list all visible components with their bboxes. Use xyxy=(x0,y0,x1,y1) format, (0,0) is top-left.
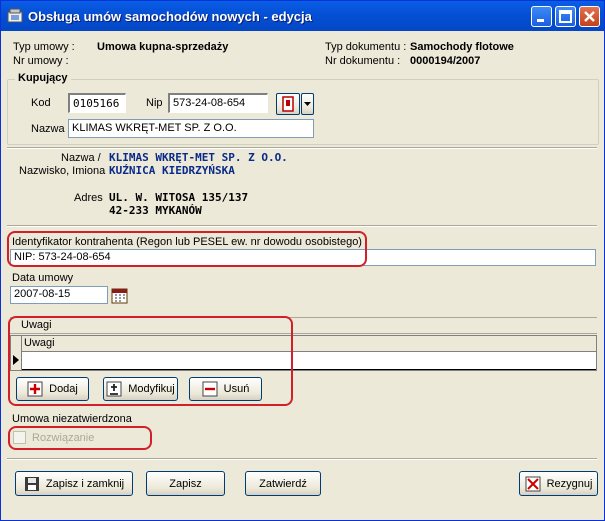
nip-input[interactable]: 573-24-08-654 xyxy=(168,93,268,113)
typ-dokumentu-value: Samochody flotowe xyxy=(410,41,514,53)
nazwa-input[interactable]: KLIMAS WKRĘT-MET SP. Z O.O. xyxy=(68,119,314,138)
save-icon xyxy=(24,476,39,491)
rezygnuj-label: Rezygnuj xyxy=(546,477,593,490)
nazwa-value: KLIMAS WKRĘT-MET SP. Z O.O. xyxy=(109,151,288,164)
status-label: Umowa niezatwierdzona xyxy=(12,413,132,425)
adres-line2: 42-233 MYKANÓW xyxy=(109,204,202,217)
minimize-icon xyxy=(537,19,544,22)
calendar-button[interactable] xyxy=(111,287,128,304)
nazwa-label: Nazwa xyxy=(31,123,65,135)
dialog-window: Obsługa umów samochodów nowych - edycja … xyxy=(0,0,605,521)
maximize-icon xyxy=(559,10,572,23)
highlight-identyfikator xyxy=(7,231,367,267)
adres-label: Adres xyxy=(74,192,103,204)
kod-label: Kod xyxy=(31,97,51,109)
cancel-icon xyxy=(525,476,541,491)
title-bar[interactable]: Obsługa umów samochodów nowych - edycja xyxy=(1,1,604,31)
dropdown-arrow-icon xyxy=(304,102,311,106)
data-umowy-input[interactable]: 2007-08-15 xyxy=(10,286,108,304)
zapisz-label: Zapisz xyxy=(169,477,202,490)
nazwisko-label: Nazwisko, Imiona xyxy=(19,165,106,177)
search-contractor-button[interactable] xyxy=(276,93,300,115)
nip-label: Nip xyxy=(146,97,163,109)
separator xyxy=(7,458,597,460)
app-icon xyxy=(7,8,23,23)
typ-umowy-value: Umowa kupna-sprzedaży xyxy=(97,41,229,53)
close-button[interactable] xyxy=(579,6,600,27)
highlight-uwagi xyxy=(8,316,293,406)
zatwierdz-button[interactable]: Zatwierdź xyxy=(245,471,321,496)
calendar-icon xyxy=(111,288,128,304)
data-umowy-label: Data umowy xyxy=(12,272,74,284)
zapisz-zamknij-label: Zapisz i zamknij xyxy=(45,477,125,490)
minimize-button[interactable] xyxy=(531,6,552,27)
nr-dokumentu-value: 0000194/2007 xyxy=(410,55,481,67)
separator xyxy=(7,147,597,149)
typ-umowy-label: Typ umowy : xyxy=(13,41,75,53)
maximize-button[interactable] xyxy=(555,6,576,27)
search-icon xyxy=(282,96,294,112)
kupujacy-group-label: Kupujący xyxy=(15,72,71,84)
nr-umowy-label: Nr umowy : xyxy=(13,55,69,67)
adres-line1: UL. W. WITOSA 135/137 xyxy=(109,191,249,204)
nr-dokumentu-label: Nr dokumentu : xyxy=(325,55,401,67)
separator xyxy=(7,225,597,227)
nazwa-slash-label: Nazwa / xyxy=(61,152,101,164)
rezygnuj-button[interactable]: Rezygnuj xyxy=(519,471,598,496)
kod-input[interactable]: 0105166 xyxy=(68,93,126,113)
zapisz-button[interactable]: Zapisz xyxy=(146,471,225,496)
zapisz-zamknij-button[interactable]: Zapisz i zamknij xyxy=(15,471,133,496)
highlight-rozwiazanie xyxy=(8,426,152,450)
close-icon xyxy=(584,11,595,22)
window-title: Obsługa umów samochodów nowych - edycja xyxy=(28,9,312,24)
typ-dokumentu-label: Typ dokumentu : xyxy=(325,41,407,53)
zatwierdz-label: Zatwierdź xyxy=(259,477,307,490)
search-dropdown-button[interactable] xyxy=(301,93,314,115)
nazwisko-value: KUŹNICA KIEDRZYŃSKA xyxy=(109,164,235,177)
